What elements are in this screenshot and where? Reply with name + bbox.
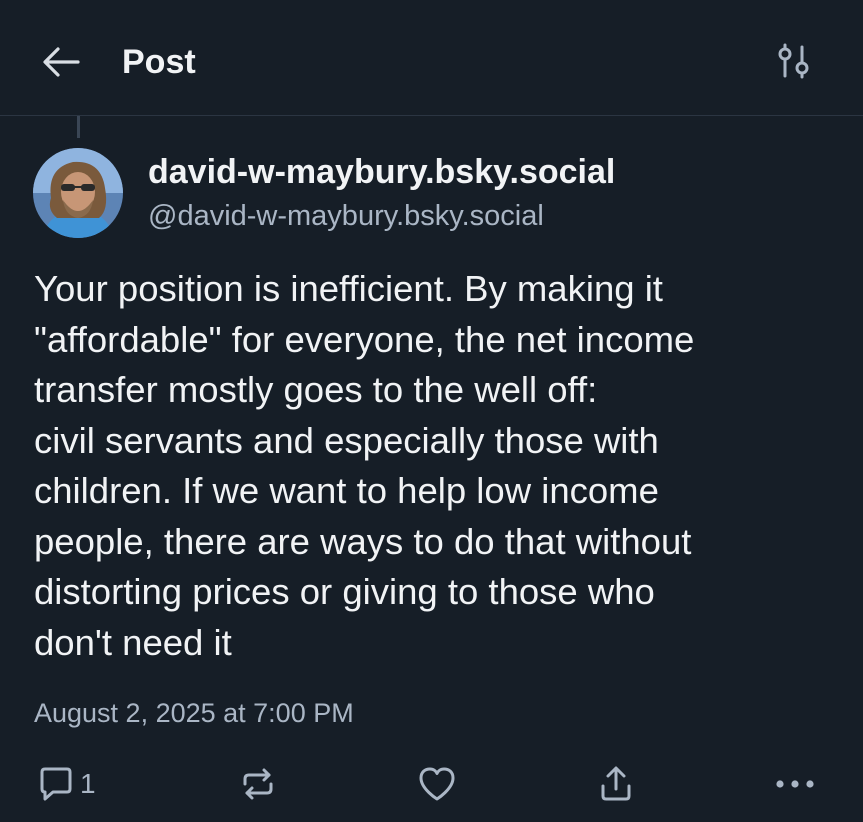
page-title: Post — [122, 43, 196, 81]
thread-line — [77, 116, 80, 138]
reply-count: 1 — [80, 768, 96, 799]
author-display-name[interactable]: david-w-maybury.bsky.social — [148, 150, 615, 194]
like-icon — [419, 767, 455, 801]
back-button[interactable] — [38, 42, 86, 82]
post-timestamp: August 2, 2025 at 7:00 PM — [34, 698, 354, 728]
avatar-image — [33, 148, 123, 238]
post-text-line: transfer mostly goes to the well off: — [34, 369, 598, 410]
arrow-left-icon — [43, 47, 80, 77]
more-options-button[interactable] — [772, 762, 818, 806]
avatar[interactable] — [33, 148, 123, 238]
post-text: Your position is inefficient. By making … — [34, 264, 844, 668]
post-text-line: people, there are ways to do that withou… — [34, 520, 692, 562]
more-icon — [776, 780, 814, 788]
thread-settings-button[interactable] — [772, 42, 816, 82]
post-text-line: Your position is inefficient. By making … — [34, 268, 663, 309]
post-text-line: "affordable" for everyone, the net incom… — [34, 318, 695, 360]
post-text-line: distorting prices or giving to those who — [34, 571, 655, 612]
share-icon — [601, 766, 631, 801]
post-text-line: civil servants and especially those with — [34, 419, 659, 461]
repost-icon — [243, 768, 273, 800]
reply-button[interactable]: 1 — [36, 762, 96, 806]
top-bar: Post — [0, 0, 863, 116]
like-button[interactable] — [416, 762, 458, 806]
post-text-line: don't need it — [34, 621, 232, 663]
sliders-icon — [778, 43, 809, 79]
post-text-line: children. If we want to help low income — [34, 470, 659, 511]
repost-button[interactable] — [238, 762, 278, 806]
author-handle[interactable]: @david-w-maybury.bsky.social — [148, 196, 544, 236]
share-button[interactable] — [596, 762, 636, 806]
reply-icon — [40, 767, 72, 801]
